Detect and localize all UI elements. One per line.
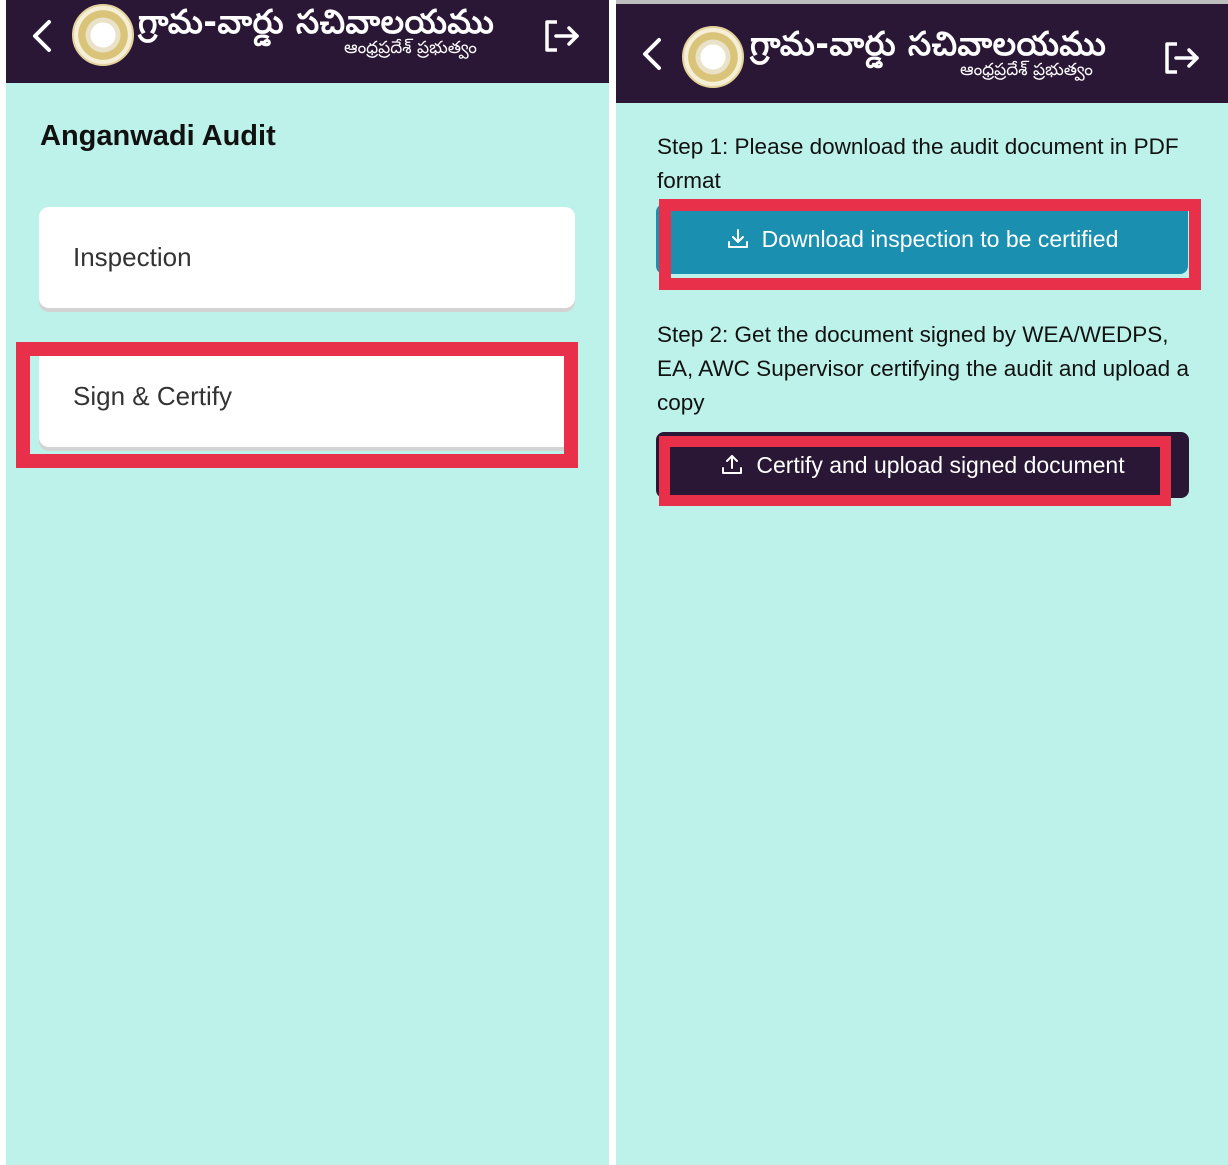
inspection-option-label: Inspection [73, 242, 192, 272]
logout-button[interactable] [1160, 36, 1204, 80]
certify-upload-button[interactable]: Certify and upload signed document [656, 432, 1189, 498]
brand-subtitle: ఆంధ్రప్రదేశ్ ప్రభుత్వం [960, 60, 1093, 80]
state-emblem-logo [72, 4, 134, 66]
app-bar: గ్రామ-వార్డు సచివాలయము ఆంధ్రప్రదేశ్ ప్రభ… [616, 0, 1228, 103]
brand-subtitle: ఆంధ్రప్రదేశ్ ప్రభుత్వం [344, 38, 477, 58]
back-button[interactable] [632, 34, 672, 74]
sign-and-certify-option-label: Sign & Certify [73, 381, 232, 411]
step-2-instructions: Step 2: Get the document signed by WEA/W… [657, 322, 1189, 415]
download-icon [727, 229, 748, 248]
state-emblem-logo [682, 26, 744, 88]
logout-icon [1165, 42, 1199, 74]
logout-icon [545, 20, 579, 52]
download-inspection-button-label: Download inspection to be certified [761, 225, 1119, 252]
certify-upload-button-label: Certify and upload signed document [756, 451, 1125, 478]
app-bar: గ్రామ-వార్డు సచివాలయము ఆంధ్రప్రదేశ్ ప్రభ… [6, 0, 609, 83]
sign-and-certify-option[interactable]: Sign & Certify [39, 346, 575, 447]
upload-icon [722, 455, 743, 474]
chevron-left-icon [33, 20, 51, 52]
left-screen: గ్రామ-వార్డు సచివాలయము ఆంధ్రప్రదేశ్ ప్రభ… [6, 0, 609, 1165]
page-title: Anganwadi Audit [40, 120, 276, 152]
right-screen: గ్రామ-వార్డు సచివాలయము ఆంధ్రప్రదేశ్ ప్రభ… [616, 0, 1228, 1165]
download-inspection-button[interactable]: Download inspection to be certified [656, 204, 1188, 274]
step-1-instructions: Step 1: Please download the audit docume… [657, 134, 1179, 193]
back-button[interactable] [22, 16, 62, 56]
inspection-option[interactable]: Inspection [39, 207, 575, 308]
chevron-left-icon [643, 38, 661, 70]
logout-button[interactable] [540, 14, 584, 58]
